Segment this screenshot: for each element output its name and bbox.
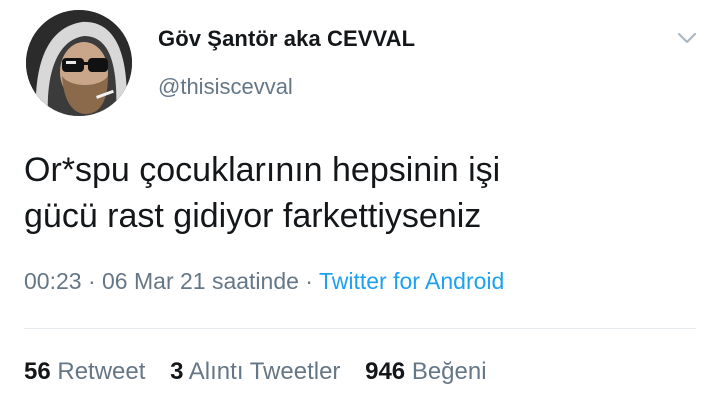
tweet-stats: 56 Retweet 3 Alıntı Tweetler 946 Beğeni — [24, 358, 505, 386]
avatar[interactable] — [26, 10, 132, 116]
retweets-stat[interactable]: 56 Retweet — [24, 358, 145, 385]
retweets-count: 56 — [24, 358, 51, 385]
retweets-label: Retweet — [57, 358, 146, 385]
quotes-count: 3 — [170, 358, 184, 385]
tweet-card: Göv Şantör aka CEVVAL @thisiscevval Or*s… — [0, 0, 720, 405]
tweet-text-line: Or*spu çocuklarının hepsinin işi — [24, 151, 501, 189]
chevron-down-icon[interactable] — [676, 30, 698, 46]
avatar-image — [26, 10, 132, 116]
meta-separator: · — [81, 268, 103, 294]
tweet-source-link[interactable]: Twitter for Android — [319, 268, 504, 294]
likes-stat[interactable]: 946 Beğeni — [365, 358, 486, 385]
likes-count: 946 — [365, 358, 406, 385]
tweet-time[interactable]: 00:23 — [24, 268, 82, 294]
tweet-date[interactable]: 06 Mar 21 saatinde — [102, 268, 299, 294]
user-handle[interactable]: @thisiscevval — [158, 74, 293, 100]
tweet-text: Or*spu çocuklarının hepsinin işi gücü ra… — [24, 147, 694, 239]
meta-separator: · — [298, 268, 319, 294]
tweet-meta: 00:23 · 06 Mar 21 saatinde · Twitter for… — [24, 268, 504, 295]
quotes-stat[interactable]: 3 Alıntı Tweetler — [170, 358, 340, 385]
likes-label: Beğeni — [411, 358, 487, 385]
display-name[interactable]: Göv Şantör aka CEVVAL — [158, 26, 415, 52]
divider — [24, 328, 696, 329]
quotes-label: Alıntı Tweetler — [188, 358, 341, 385]
tweet-text-line: gücü rast gidiyor farkettiyseniz — [24, 197, 482, 235]
